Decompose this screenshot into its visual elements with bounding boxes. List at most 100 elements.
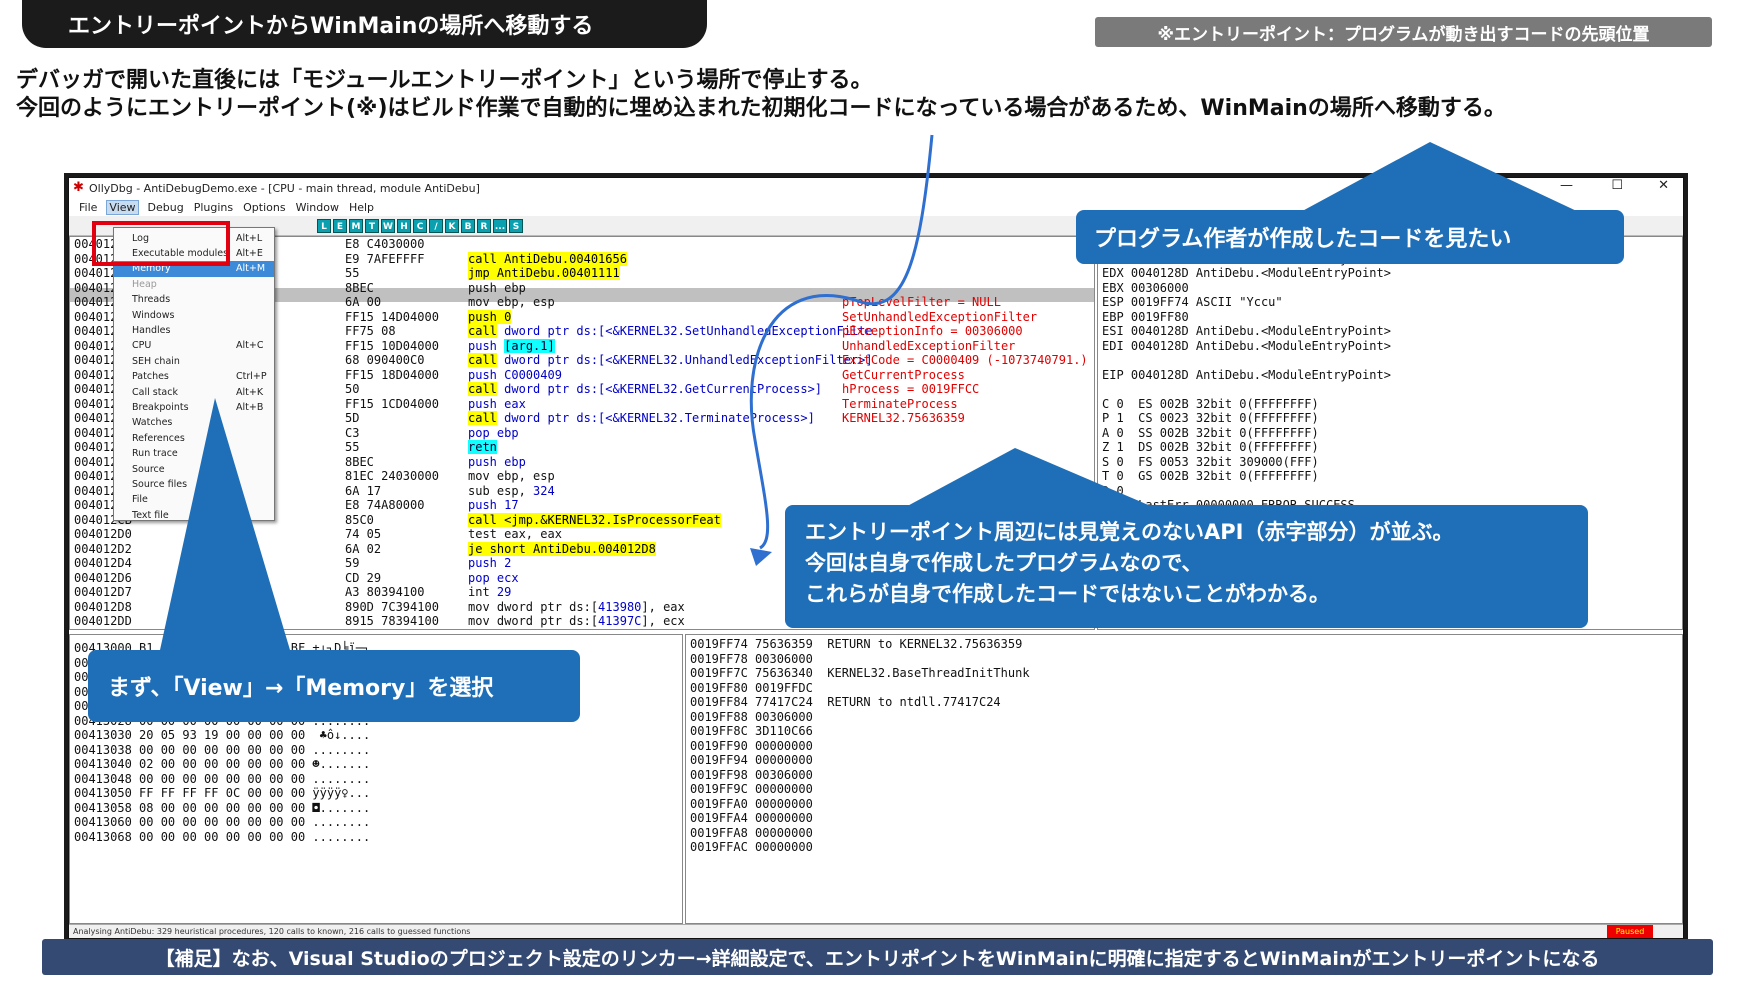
menu-debug[interactable]: Debug [148, 201, 184, 214]
stack-row: 0019FF7C 75636340 KERNEL32.BaseThreadIni… [690, 666, 1030, 680]
dis-hex-row: FF15 14D04000 [345, 309, 439, 324]
stack-row: 0019FF88 00306000 [690, 709, 813, 724]
dis-addr-row: 004012D2 [74, 541, 132, 556]
status-bar: Analysing AntiDebu: 329 heuristical proc… [69, 924, 1683, 938]
toolbar-button-5[interactable]: H [397, 219, 411, 233]
view-menu-item-patches[interactable]: Patches Ctrl+P [114, 369, 274, 385]
view-menu-item-call-stack[interactable]: Call stack Alt+K [114, 384, 274, 400]
toolbar-button-10[interactable]: R [477, 219, 491, 233]
close-button[interactable]: ✕ [1658, 178, 1669, 193]
toolbar-button-7[interactable]: / [429, 219, 443, 233]
view-menu-item-label: Source files [132, 478, 188, 490]
view-menu-item-heap[interactable]: Heap [114, 276, 274, 292]
dis-cmt-row [842, 629, 1088, 630]
view-menu-item-label: File [132, 494, 148, 506]
toolbar-button-9[interactable]: B [461, 219, 475, 233]
view-menu-item-shortcut: Alt+C [236, 340, 264, 352]
stack-row: 0019FFA4 00000000 [690, 811, 813, 825]
toolbar-button-3[interactable]: T [365, 219, 379, 233]
dis-hex-row: 55 [345, 266, 360, 280]
view-menu-item-label: SEH chain [132, 355, 180, 367]
toolbar-button-8[interactable]: K [445, 219, 459, 233]
dump-row: 00413060 00 00 00 00 00 00 00 00 .......… [74, 815, 371, 829]
dis-hex-row: FF75 08 [345, 324, 396, 338]
regs-row: P 1 CS 0023 32bit 0(FFFFFFFF) [1102, 411, 1319, 425]
footer-note: 【補足】なお、Visual Studioのプロジェクト設定のリンカー→詳細設定で… [42, 939, 1713, 975]
view-menu-item-handles[interactable]: Handles [114, 322, 274, 338]
view-menu-item-windows[interactable]: Windows [114, 307, 274, 323]
stack-row: 0019FF8C 3D110C66 [690, 724, 813, 738]
toolbar-button-11[interactable]: ... [493, 219, 507, 233]
view-menu-item-threads[interactable]: Threads [114, 292, 274, 308]
view-menu-item-label: Call stack [132, 386, 178, 398]
view-menu-item-shortcut: Ctrl+P [236, 371, 267, 383]
view-menu-item-breakpoints[interactable]: Breakpoints Alt+B [114, 399, 274, 415]
toolbar-button-12[interactable]: S [509, 219, 523, 233]
view-menu-item-text-file[interactable]: Text file [114, 507, 274, 523]
view-menu-item-shortcut: Alt+E [236, 247, 263, 259]
dis-cmt-row [842, 455, 1088, 470]
view-menu-item-cpu[interactable]: CPU Alt+C [114, 338, 274, 354]
stack-row: 0019FF80 0019FFDC [690, 680, 813, 695]
dis-addr-row: 004012D8 [74, 599, 132, 614]
dis-hex-row: 59 [345, 556, 360, 570]
regs-row: ST7 empty 0.0 [1102, 629, 1456, 630]
regs-row: S 0 FS 0053 32bit 309000(FFF) [1102, 454, 1319, 469]
view-menu-item-run-trace[interactable]: Run trace [114, 446, 274, 462]
maximize-button[interactable]: ☐ [1611, 178, 1623, 193]
menu-view[interactable]: View [106, 199, 139, 215]
view-menu-item-references[interactable]: References [114, 430, 274, 446]
minimize-button[interactable]: — [1560, 178, 1573, 193]
status-text: Analysing AntiDebu: 329 heuristical proc… [73, 927, 471, 936]
menu-help[interactable]: Help [349, 201, 374, 214]
view-menu-item-label: Threads [132, 294, 171, 306]
view-menu-item-label: Source [132, 463, 165, 475]
dis-hex-row: 8915 78394100 [345, 614, 439, 628]
dis-cmt-row: ExitCode = C0000409 (-1073740791.) [842, 353, 1088, 367]
regs-row: C 0 ES 002B 32bit 0(FFFFFFFF) [1102, 396, 1319, 411]
view-menu-item-watches[interactable]: Watches [114, 415, 274, 431]
toolbar-button-6[interactable]: C [413, 219, 427, 233]
view-menu-item-source-files[interactable]: Source files [114, 476, 274, 492]
stack-row: 0019FFAC 00000000 [690, 840, 813, 854]
toolbar-button-1[interactable]: E [333, 219, 347, 233]
intro-line-2: 今回のようにエントリーポイント(※)はビルド作業で自動的に埋め込まれた初期化コー… [16, 96, 1506, 121]
view-menu-item-label: Breakpoints [132, 401, 189, 413]
regs-row: EIP 0040128D AntiDebu.<ModuleEntryPoint> [1102, 367, 1391, 382]
stack-list: 0019FF74 75636359 RETURN to KERNEL32.756… [690, 637, 1030, 855]
dis-cmt-row: pExceptionInfo = 00306000 [842, 324, 1023, 338]
dis-hex-row: 8BEC [345, 280, 374, 295]
view-menu-item-label: Windows [132, 309, 175, 321]
view-menu-item-source[interactable]: Source [114, 461, 274, 477]
regs-row: Z 1 DS 002B 32bit 0(FFFFFFFF) [1102, 440, 1319, 454]
view-menu-item-file[interactable]: File [114, 492, 274, 508]
menu-options[interactable]: Options [243, 201, 285, 214]
view-menu-item-label: CPU [132, 340, 152, 352]
dis-cmt-row [842, 426, 1088, 441]
callout-left: まず、「View」→「Memory」を選択 [88, 650, 580, 722]
dis-cmt-row [842, 469, 1088, 484]
view-menu-item-label: Run trace [132, 448, 178, 460]
dis-hex-row: FF15 18D04000 [345, 367, 439, 382]
view-menu-item-shortcut: Alt+L [236, 232, 263, 244]
menu-file[interactable]: File [79, 201, 97, 214]
stack-row: 0019FF98 00306000 [690, 767, 813, 782]
regs-row: D 0 [1102, 483, 1124, 498]
dis-hex-row: 6A 00 [345, 295, 382, 309]
dis-hex-row: FF15 10D04000 [345, 338, 439, 353]
dis-addr-row: 004012D6 [74, 570, 132, 585]
dis-cmt-row [842, 252, 1088, 267]
entry-point-note: ※エントリーポイント：プログラムが動き出すコードの先頭位置 [1095, 17, 1712, 47]
stack-row: 0019FFA8 00000000 [690, 825, 813, 840]
menu-window[interactable]: Window [296, 201, 339, 214]
dis-cmt-row: hProcess = 0019FFCC [842, 382, 980, 396]
view-menu-item-seh-chain[interactable]: SEH chain [114, 353, 274, 369]
dis-cmt-row: GetCurrentProcess [842, 367, 965, 382]
stack-pane[interactable]: 0019FF74 75636359 RETURN to KERNEL32.756… [685, 634, 1683, 924]
page-title: エントリーポイントからWinMainの場所へ移動する [22, 0, 707, 48]
toolbar-button-0[interactable]: L [317, 219, 331, 233]
menu-plugins[interactable]: Plugins [194, 201, 233, 214]
dis-hex-row: E9 7AFEFFFF [345, 251, 425, 266]
toolbar-button-4[interactable]: W [381, 219, 395, 233]
toolbar-button-2[interactable]: M [349, 219, 363, 233]
